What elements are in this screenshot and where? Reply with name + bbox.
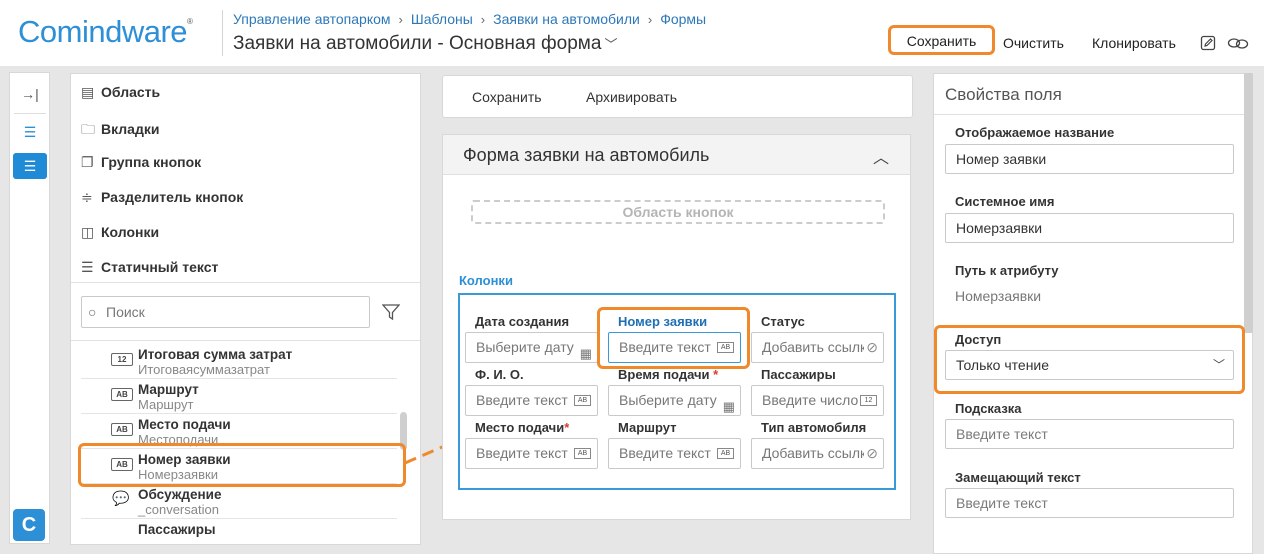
properties-panel: Свойства поля Отображаемое название Номе…	[933, 73, 1253, 554]
page-title-text: Заявки на автомобили - Основная форма	[233, 33, 602, 54]
component-static-text[interactable]: ☰ Статичный текст	[81, 259, 218, 276]
display-name-label: Отображаемое название	[955, 125, 1115, 140]
system-name-label: Системное имя	[955, 194, 1055, 209]
link-icon: ⊘	[864, 439, 878, 468]
header-divider	[222, 10, 223, 56]
chat-icon: 💬	[112, 490, 130, 506]
text-icon: AB	[111, 388, 133, 401]
component-button-separator[interactable]: ≑ Разделитель кнопок	[81, 189, 243, 206]
breadcrumb-item[interactable]: Шаблоны	[411, 11, 473, 27]
columns-icon: ◫	[81, 224, 95, 240]
chevron-down-icon: ﹀	[604, 37, 618, 52]
panel-divider	[934, 114, 1252, 115]
search-icon: ○	[88, 304, 97, 320]
text-icon: AB	[717, 448, 734, 459]
link-input[interactable]: Добавить ссылку ⊘	[751, 438, 884, 469]
number-icon: 12	[860, 395, 877, 406]
component-button-group[interactable]: ❐ Группа кнопок	[81, 154, 201, 171]
link-icon[interactable]	[1225, 30, 1251, 56]
link-input[interactable]: Добавить ссылку ⊘	[751, 332, 884, 363]
filter-icon[interactable]	[377, 298, 405, 326]
number-icon: 12	[111, 353, 133, 366]
calendar-icon: ▦	[579, 339, 592, 362]
logo-text: Comindware	[18, 14, 188, 49]
left-rail: →| ☰ ☰ C	[9, 72, 50, 544]
display-name-input[interactable]: Номер заявки	[945, 144, 1234, 174]
collapse-icon[interactable]: →|	[13, 81, 47, 107]
field-label: Дата создания	[475, 314, 570, 329]
form-list-icon[interactable]: ☰	[13, 153, 47, 179]
rail-divider	[14, 113, 46, 114]
scrollbar[interactable]	[1244, 73, 1253, 333]
text-input[interactable]: Введите текст AB	[465, 438, 598, 469]
field-label: Время подачи *	[618, 367, 719, 382]
component-columns[interactable]: ◫ Колонки	[81, 224, 159, 241]
field-label: Пассажиры	[761, 367, 836, 382]
text-lines-icon: ☰	[81, 259, 94, 275]
area-icon: ▤	[81, 84, 95, 100]
access-highlight	[934, 325, 1245, 394]
properties-title: Свойства поля	[945, 85, 1062, 104]
placeholder-input[interactable]: Введите текст	[945, 488, 1234, 518]
component-tabs[interactable]: 🗀 Вкладки	[81, 119, 159, 143]
attribute-path-value: Номерзаявки	[955, 288, 1042, 304]
calendar-icon: ▦	[722, 392, 735, 415]
text-input[interactable]: Введите текст AB	[465, 385, 598, 416]
form-title: Форма заявки на автомобиль	[463, 145, 710, 165]
text-icon: AB	[574, 448, 591, 459]
search-input[interactable]: ○ Поиск	[81, 296, 370, 328]
attribute-path-label: Путь к атрибуту	[955, 263, 1059, 278]
field-highlight	[597, 307, 750, 369]
system-name-input[interactable]: Номерзаявки	[945, 213, 1234, 243]
breadcrumb-item[interactable]: Заявки на автомобили	[493, 11, 640, 27]
save-button[interactable]: Сохранить	[888, 25, 995, 55]
field-label: Статус	[761, 314, 805, 329]
selected-field-highlight	[78, 443, 406, 487]
text-icon: AB	[574, 395, 591, 406]
copy-icon: ❐	[81, 154, 94, 170]
form-save-button[interactable]: Сохранить	[472, 89, 542, 105]
form-header[interactable]: Форма заявки на автомобиль ︿	[443, 135, 910, 175]
link-icon: ⊘	[864, 333, 878, 362]
breadcrumb-item[interactable]: Управление автопарком	[233, 11, 391, 27]
folder-icon: 🗀	[81, 121, 95, 137]
field-item[interactable]: AB Маршрут Маршрут	[81, 379, 397, 414]
field-item[interactable]: 12 Итоговая сумма затрат Итоговаясуммаза…	[81, 344, 397, 379]
panel-divider	[71, 340, 420, 341]
placeholder-label: Замещающий текст	[955, 470, 1081, 485]
separator-icon: ≑	[81, 189, 93, 205]
hint-input[interactable]: Введите текст	[945, 419, 1234, 449]
field-label: Тип автомобиля	[761, 420, 867, 435]
date-input[interactable]: Выберите дату ▦	[608, 385, 741, 416]
field-label: Ф. И. О.	[475, 367, 524, 382]
text-input[interactable]: Введите текст AB	[608, 438, 741, 469]
form-actions-bar: Сохранить Архивировать	[442, 75, 913, 118]
page-title[interactable]: Заявки на автомобили - Основная форма ﹀	[233, 33, 617, 55]
breadcrumb-item[interactable]: Формы	[660, 11, 706, 27]
checklist-icon[interactable]: ☰	[13, 119, 47, 145]
field-label: Место подачи*	[475, 420, 570, 435]
number-input[interactable]: Введите число 12	[751, 385, 884, 416]
date-input[interactable]: Выберите дату ▦	[465, 332, 598, 363]
buttons-area[interactable]: Область кнопок	[471, 200, 885, 224]
field-item[interactable]: 💬 Обсуждение _conversation	[81, 484, 397, 519]
logo[interactable]: Comindware®	[18, 14, 193, 50]
columns-label: Колонки	[459, 273, 513, 288]
field-label: Маршрут	[618, 420, 677, 435]
breadcrumb: Управление автопарком › Шаблоны › Заявки на …	[233, 11, 707, 27]
component-area[interactable]: ▤ Область	[81, 84, 160, 101]
app-logo-icon[interactable]: C	[13, 509, 45, 541]
panel-divider	[71, 282, 420, 283]
clone-button[interactable]: Клонировать	[1092, 28, 1176, 58]
edit-icon[interactable]	[1195, 30, 1221, 56]
text-icon: AB	[111, 423, 133, 436]
clear-button[interactable]: Очистить	[1003, 28, 1064, 58]
field-item[interactable]: Пассажиры	[81, 519, 397, 544]
hint-label: Подсказка	[955, 401, 1022, 416]
chevron-up-icon[interactable]: ︿	[873, 144, 889, 168]
archive-button[interactable]: Архивировать	[586, 89, 677, 105]
